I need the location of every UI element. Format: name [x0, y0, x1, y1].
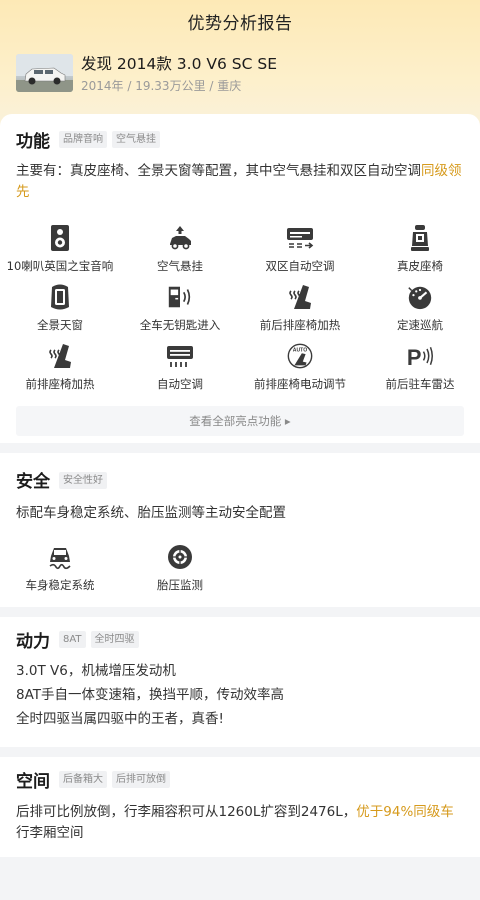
feature-item[interactable]: P 前后驻车雷达: [360, 342, 480, 401]
feature-label: 胎压监测: [157, 578, 203, 592]
space-desc-tail: 行李厢空间: [16, 825, 84, 841]
svg-text:AUTO: AUTO: [293, 347, 307, 353]
front-seat-heating-icon: [46, 342, 74, 370]
feature-item[interactable]: AUTO 前排座椅电动调节: [240, 342, 360, 401]
air-suspension-icon: [166, 224, 194, 252]
space-description: 后排可比例放倒，行李厢容积可从1260L扩容到2476L，优于94%同级车行李厢…: [16, 802, 466, 844]
space-section: 空间 后备箱大 后排可放倒 后排可比例放倒，行李厢容积可从1260L扩容到247…: [0, 757, 480, 857]
feature-item[interactable]: 前排座椅加热: [0, 342, 120, 401]
power-details: 3.0T V6，机械增压发动机 8AT手自一体变速箱，换挡平顺，传动效率高 全时…: [16, 659, 284, 731]
feature-label: 真皮座椅: [397, 259, 443, 273]
feature-label: 全景天窗: [37, 318, 83, 332]
leather-seat-icon: [406, 224, 434, 252]
feature-label: 车身稳定系统: [25, 578, 95, 592]
feature-label: 前后排座椅加热: [259, 318, 341, 332]
power-tags: 8AT 全时四驱: [59, 631, 139, 648]
space-desc-highlight: 优于94%同级车: [356, 804, 454, 820]
space-title: 空间: [16, 772, 50, 792]
safety-feature-grid: 车身稳定系统 胎压监测: [0, 543, 480, 602]
dual-zone-ac-icon: [286, 224, 314, 252]
tag-transmission: 8AT: [59, 631, 86, 648]
view-all-features-button[interactable]: 查看全部亮点功能 ▸: [16, 406, 464, 436]
feature-item[interactable]: 自动空调: [120, 342, 240, 401]
parking-radar-icon: P: [406, 342, 434, 370]
car-name: 发现 2014款 3.0 V6 SC SE: [81, 55, 277, 73]
safety-section: 安全 安全性好 标配车身稳定系统、胎压监测等主动安全配置 车身稳定系统 胎压监测: [0, 453, 480, 607]
feature-item[interactable]: 前后排座椅加热: [240, 283, 360, 342]
auto-ac-icon: [166, 342, 194, 370]
tag-large-trunk: 后备箱大: [59, 771, 107, 788]
feature-item[interactable]: 胎压监测: [120, 543, 240, 602]
svg-text:P: P: [407, 345, 422, 370]
safety-description: 标配车身稳定系统、胎压监测等主动安全配置: [16, 505, 286, 521]
function-section: 功能 品牌音响 空气悬挂 主要有：真皮座椅、全景天窗等配置，其中空气悬挂和双区自…: [0, 114, 480, 443]
feature-label: 双区自动空调: [265, 259, 335, 273]
feature-item[interactable]: 双区自动空调: [240, 224, 360, 283]
seat-heating-icon: [286, 283, 314, 311]
function-description: 主要有：真皮座椅、全景天窗等配置，其中空气悬挂和双区自动空调同级领先: [16, 161, 466, 203]
tag-fold-rear-seats: 后排可放倒: [112, 771, 170, 788]
tag-awd: 全时四驱: [90, 631, 139, 648]
feature-label: 前排座椅加热: [25, 377, 95, 391]
safety-tags: 安全性好: [59, 472, 107, 489]
keyless-entry-icon: [166, 283, 194, 311]
feature-label: 前后驻车雷达: [385, 377, 455, 391]
car-thumbnail: [16, 54, 73, 92]
car-meta: 2014年 / 19.33万公里 / 重庆: [81, 79, 242, 93]
power-section: 动力 8AT 全时四驱 3.0T V6，机械增压发动机 8AT手自一体变速箱，换…: [0, 617, 480, 747]
feature-item[interactable]: 全景天窗: [0, 283, 120, 342]
feature-item[interactable]: 全车无钥匙进入: [120, 283, 240, 342]
power-line: 8AT手自一体变速箱，换挡平顺，传动效率高: [16, 687, 285, 703]
feature-item[interactable]: 车身稳定系统: [0, 543, 120, 602]
panoramic-sunroof-icon: [46, 283, 74, 311]
function-desc-text: 主要有：真皮座椅、全景天窗等配置，其中空气悬挂和双区自动空调: [16, 163, 421, 179]
power-line: 3.0T V6，机械增压发动机: [16, 663, 176, 679]
speaker-icon: [46, 224, 74, 252]
page-title: 优势分析报告: [187, 14, 293, 34]
stability-control-icon: [46, 543, 74, 571]
tag-safety-good: 安全性好: [59, 472, 107, 489]
power-seat-icon: AUTO: [286, 342, 314, 370]
power-line: 全时四驱当属四驱中的王者，真香!: [16, 711, 224, 727]
tag-air-suspension: 空气悬挂: [112, 131, 160, 148]
feature-item[interactable]: 真皮座椅: [360, 224, 480, 283]
space-desc-text: 后排可比例放倒，行李厢容积可从1260L扩容到2476L，: [16, 804, 357, 820]
feature-item[interactable]: 定速巡航: [360, 283, 480, 342]
space-tags: 后备箱大 后排可放倒: [59, 771, 170, 788]
power-title: 动力: [16, 632, 50, 652]
tag-brand-audio: 品牌音响: [59, 131, 107, 148]
function-title: 功能: [16, 132, 50, 152]
feature-item[interactable]: 10喇叭英国之宝音响: [0, 224, 120, 283]
feature-label: 全车无钥匙进入: [139, 318, 221, 332]
function-tags: 品牌音响 空气悬挂: [59, 131, 160, 148]
feature-label: 自动空调: [157, 377, 203, 391]
feature-item[interactable]: 空气悬挂: [120, 224, 240, 283]
feature-label: 10喇叭英国之宝音响: [6, 259, 114, 273]
tire-pressure-icon: [166, 543, 194, 571]
feature-label: 定速巡航: [397, 318, 443, 332]
feature-label: 前排座椅电动调节: [254, 377, 346, 391]
feature-label: 空气悬挂: [157, 259, 203, 273]
function-feature-grid: 10喇叭英国之宝音响 空气悬挂 双区自动空调 真皮座椅 全景天窗 全车无钥匙进入…: [0, 224, 480, 401]
safety-title: 安全: [16, 472, 50, 492]
cruise-control-icon: [406, 283, 434, 311]
